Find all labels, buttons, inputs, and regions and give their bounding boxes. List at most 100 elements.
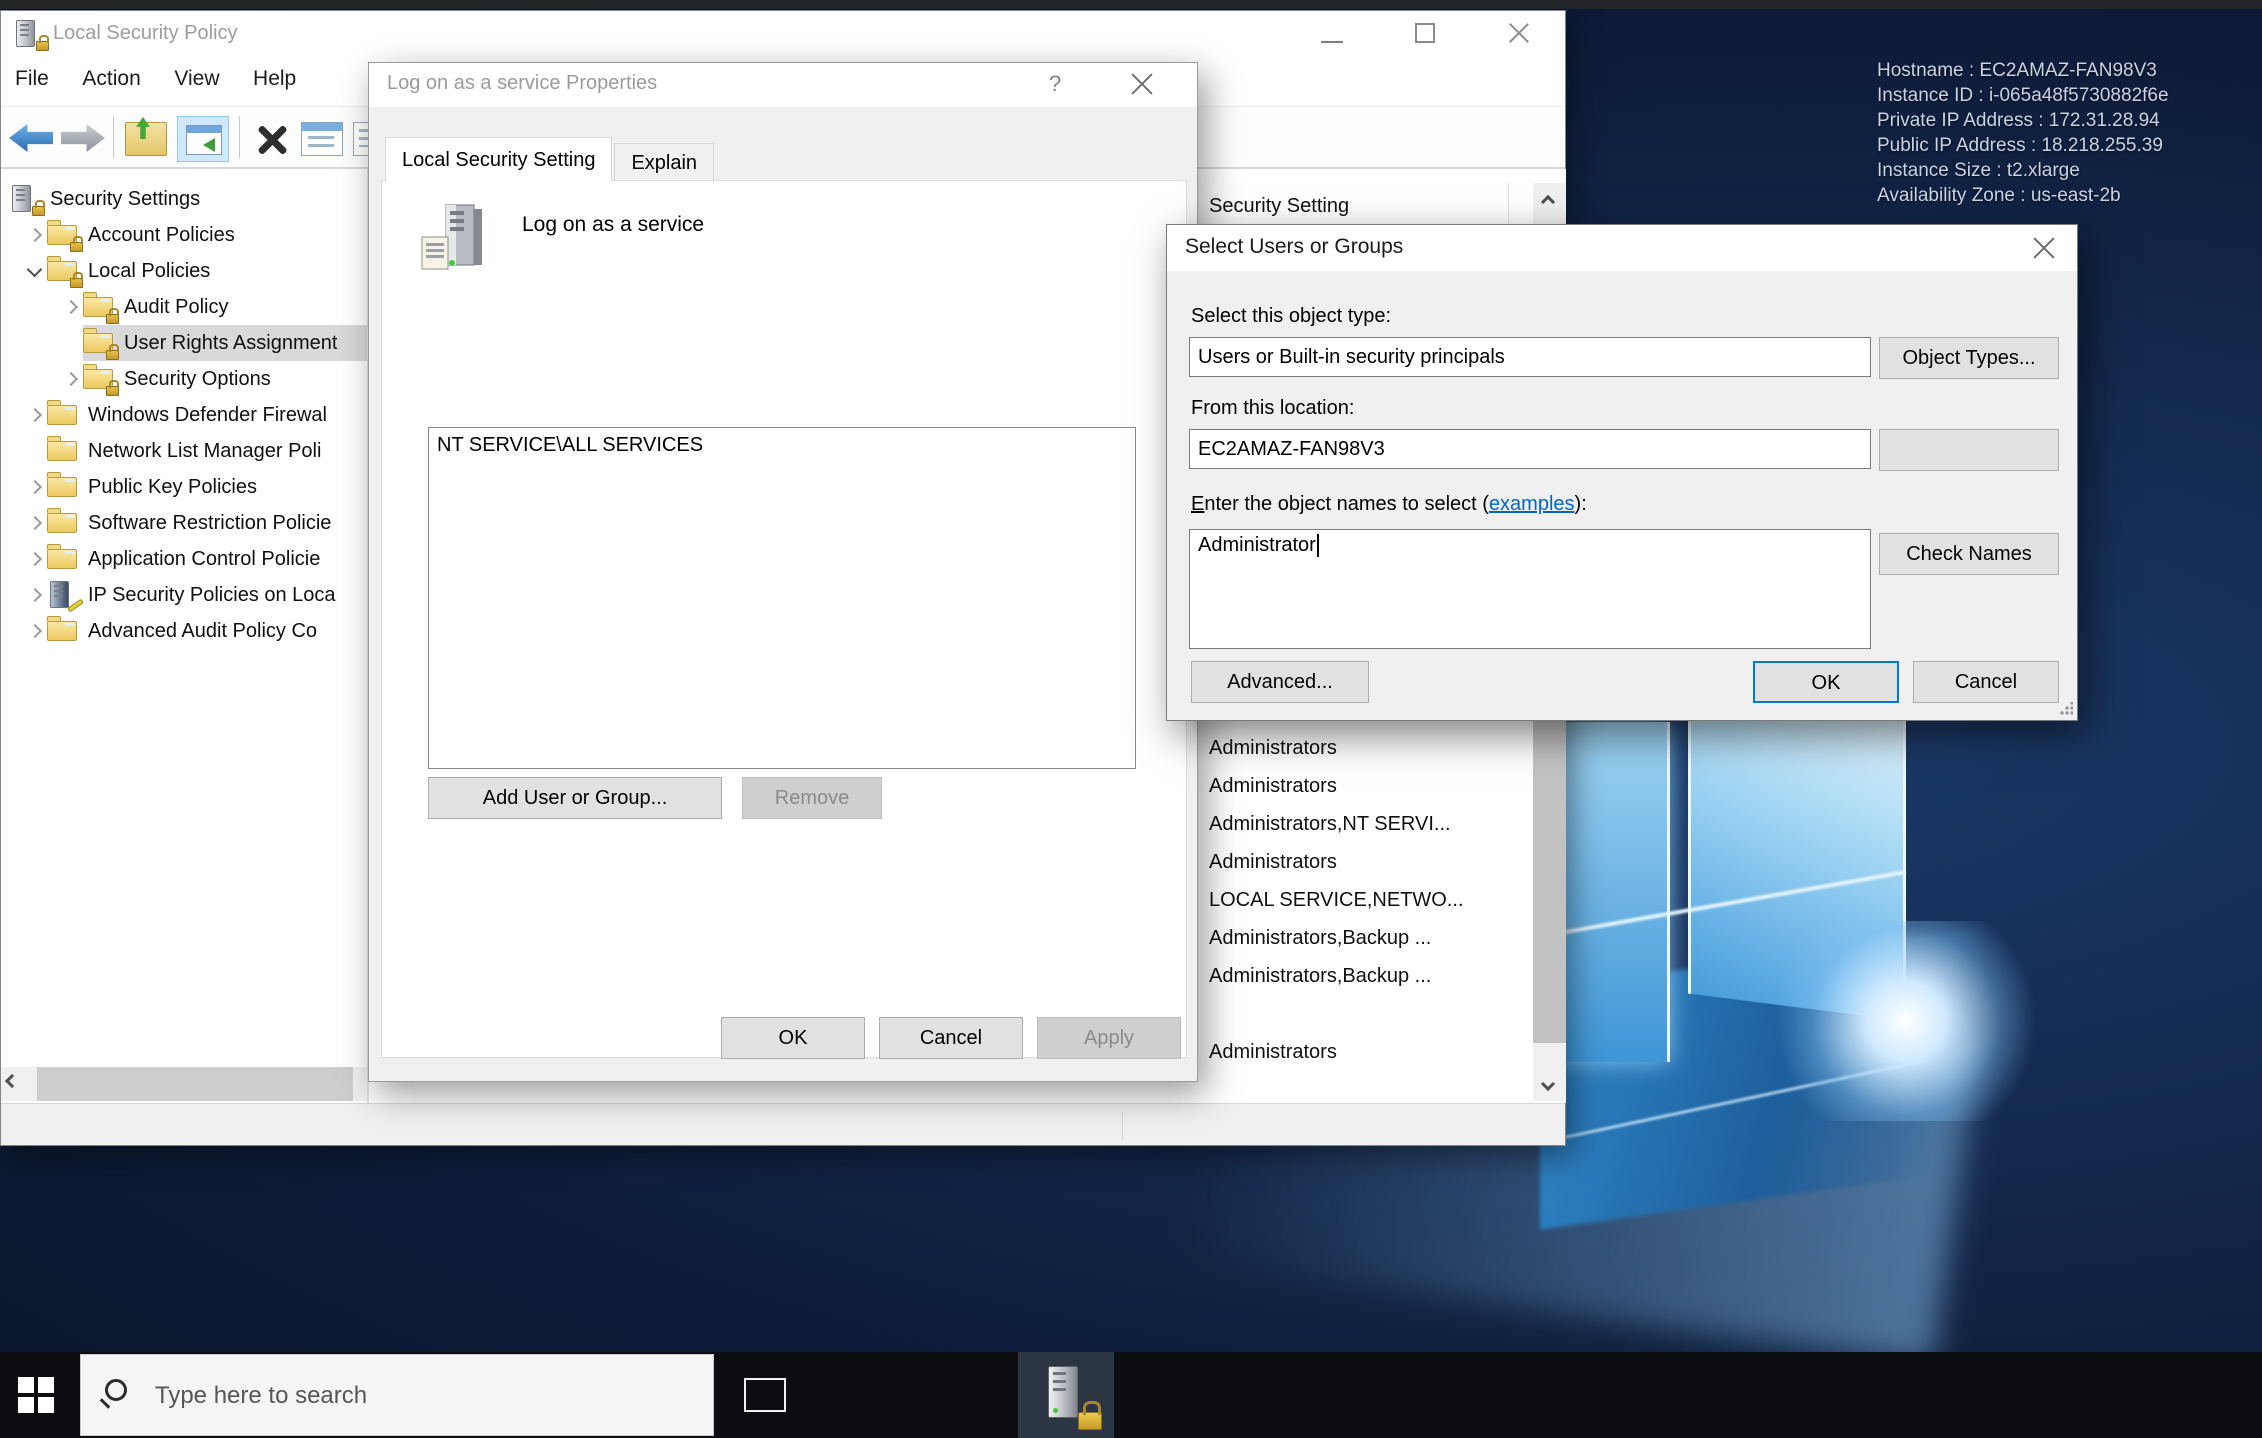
tab-explain[interactable]: Explain (614, 143, 714, 181)
list-item[interactable]: Administrators (1197, 1033, 1527, 1071)
toolbar-separator (239, 116, 240, 158)
scroll-down-icon[interactable] (1541, 1077, 1555, 1091)
close-icon (1507, 21, 1531, 45)
ok-button[interactable]: OK (721, 1017, 865, 1059)
cancel-button[interactable]: Cancel (879, 1017, 1023, 1059)
policy-server-icon (416, 203, 496, 279)
dialog-title-bar[interactable]: Select Users or Groups (1167, 225, 2077, 271)
status-bar (1, 1103, 1565, 1145)
host-info-line: Availability Zone : us-east-2b (1877, 183, 2257, 208)
tree-item-security-settings[interactable]: Security Settings (1, 181, 367, 217)
chevron-right-icon[interactable] (59, 289, 83, 325)
chevron-right-icon[interactable] (59, 361, 83, 397)
list-item[interactable] (1197, 995, 1527, 1033)
folder-lock-icon (47, 220, 81, 250)
menu-action[interactable]: Action (68, 57, 154, 101)
taskbar-search[interactable]: Type here to search (80, 1354, 714, 1436)
tree-item-account-policies[interactable]: Account Policies (1, 217, 367, 253)
tree-item-network-list-manager[interactable]: Network List Manager Poli (1, 433, 367, 469)
folder-icon (47, 400, 81, 430)
tree-item-application-control-policies[interactable]: Application Control Policie (1, 541, 367, 577)
chevron-right-icon[interactable] (23, 541, 47, 577)
apply-button[interactable]: Apply (1037, 1017, 1181, 1059)
folder-lock-icon (83, 292, 117, 322)
tab-local-security-setting[interactable]: Local Security Setting (385, 137, 612, 181)
menu-view[interactable]: View (160, 57, 233, 101)
tree-item-windows-defender-firewall[interactable]: Windows Defender Firewal (1, 397, 367, 433)
check-names-button[interactable]: Check Names (1879, 533, 2059, 575)
location-field[interactable]: EC2AMAZ-FAN98V3 (1189, 429, 1871, 469)
dialog-select-users-groups: Select Users or Groups Select this objec… (1166, 224, 2078, 721)
chevron-right-icon[interactable] (23, 577, 47, 613)
forward-icon[interactable] (61, 124, 105, 152)
show-console-tree-icon[interactable] (177, 116, 229, 162)
object-names-input[interactable]: Administrator (1189, 529, 1871, 649)
wallpaper-window-pane-left (1548, 722, 1670, 1062)
chevron-right-icon[interactable] (23, 613, 47, 649)
chevron-right-icon[interactable] (23, 217, 47, 253)
advanced-button[interactable]: Advanced... (1191, 661, 1369, 703)
scroll-up-icon[interactable] (1541, 195, 1555, 209)
scrollbar-thumb[interactable] (37, 1067, 353, 1101)
console-tree-panel: Security Settings Account Policies Local… (1, 169, 367, 1103)
back-icon[interactable] (9, 124, 53, 152)
list-item[interactable]: Administrators,Backup ... (1197, 957, 1527, 995)
members-listbox[interactable]: NT SERVICE\ALL SERVICES (428, 427, 1136, 769)
close-button[interactable] (1487, 11, 1551, 57)
list-item[interactable]: Administrators (1197, 767, 1527, 805)
list-item[interactable]: LOCAL SERVICE,NETWO... (1197, 881, 1527, 919)
tree-item-ip-security-policies[interactable]: IP Security Policies on Loca (1, 577, 367, 613)
tree-item-software-restriction-policies[interactable]: Software Restriction Policie (1, 505, 367, 541)
menu-file[interactable]: File (1, 57, 63, 101)
properties-icon[interactable] (301, 122, 343, 156)
ipsec-computer-key-icon (47, 580, 81, 610)
maximize-button[interactable] (1395, 11, 1459, 57)
dialog-title-bar[interactable]: Log on as a service Properties ? (369, 63, 1197, 107)
ok-button[interactable]: OK (1753, 661, 1899, 703)
list-item[interactable]: Administrators (1197, 843, 1527, 881)
tree-item-local-policies[interactable]: Local Policies (1, 253, 367, 289)
chevron-right-icon[interactable] (23, 397, 47, 433)
menu-help[interactable]: Help (239, 57, 310, 101)
minimize-button[interactable] (1301, 11, 1365, 57)
tree-horizontal-scrollbar[interactable] (1, 1067, 367, 1101)
examples-link[interactable]: examples (1489, 493, 1575, 515)
chevron-right-icon[interactable] (23, 469, 47, 505)
object-type-label: Select this object type: (1191, 305, 1391, 328)
dialog-title: Log on as a service Properties (387, 72, 657, 95)
delete-icon[interactable] (251, 124, 291, 154)
screen-top-strip (0, 0, 2262, 9)
tree-item-audit-policy[interactable]: Audit Policy (1, 289, 367, 325)
list-item[interactable]: Administrators (1197, 729, 1527, 767)
from-location-label: From this location: (1191, 397, 1354, 420)
close-icon[interactable] (2029, 233, 2059, 263)
list-item[interactable]: Administrators,Backup ... (1197, 919, 1527, 957)
taskbar-item-local-security-policy[interactable] (1018, 1352, 1114, 1438)
cancel-button[interactable]: Cancel (1913, 661, 2059, 703)
tree-item-user-rights-assignment[interactable]: User Rights Assignment (1, 325, 367, 361)
close-icon[interactable] (1127, 69, 1157, 99)
object-type-field[interactable]: Users or Built-in security principals (1189, 337, 1871, 377)
help-icon[interactable]: ? (1049, 71, 1061, 97)
member-entry[interactable]: NT SERVICE\ALL SERVICES (437, 434, 1127, 457)
resize-grip[interactable] (2059, 702, 2073, 716)
tree-item-public-key-policies[interactable]: Public Key Policies (1, 469, 367, 505)
chevron-right-icon[interactable] (23, 505, 47, 541)
security-setting-rows: Administrators Administrators Administra… (1197, 729, 1527, 1071)
title-bar[interactable]: Local Security Policy (1, 11, 1565, 57)
list-item[interactable]: Administrators,NT SERVI... (1197, 805, 1527, 843)
task-view-icon[interactable] (744, 1378, 786, 1412)
locations-button[interactable] (1879, 429, 2059, 471)
scroll-left-icon[interactable] (5, 1074, 19, 1088)
dialog-title: Select Users or Groups (1185, 235, 1403, 259)
remove-button[interactable]: Remove (742, 777, 882, 819)
tree-item-advanced-audit-policy[interactable]: Advanced Audit Policy Co (1, 613, 367, 649)
column-header-security-setting[interactable]: Security Setting (1197, 183, 1509, 229)
export-icon[interactable] (125, 122, 167, 156)
object-types-button[interactable]: Object Types... (1879, 337, 2059, 379)
tree-item-security-options[interactable]: Security Options (1, 361, 367, 397)
add-user-or-group-button[interactable]: Add User or Group... (428, 777, 722, 819)
wallpaper-light-burst (1756, 921, 2056, 1121)
start-button[interactable] (0, 1352, 64, 1438)
chevron-down-icon[interactable] (23, 253, 47, 289)
